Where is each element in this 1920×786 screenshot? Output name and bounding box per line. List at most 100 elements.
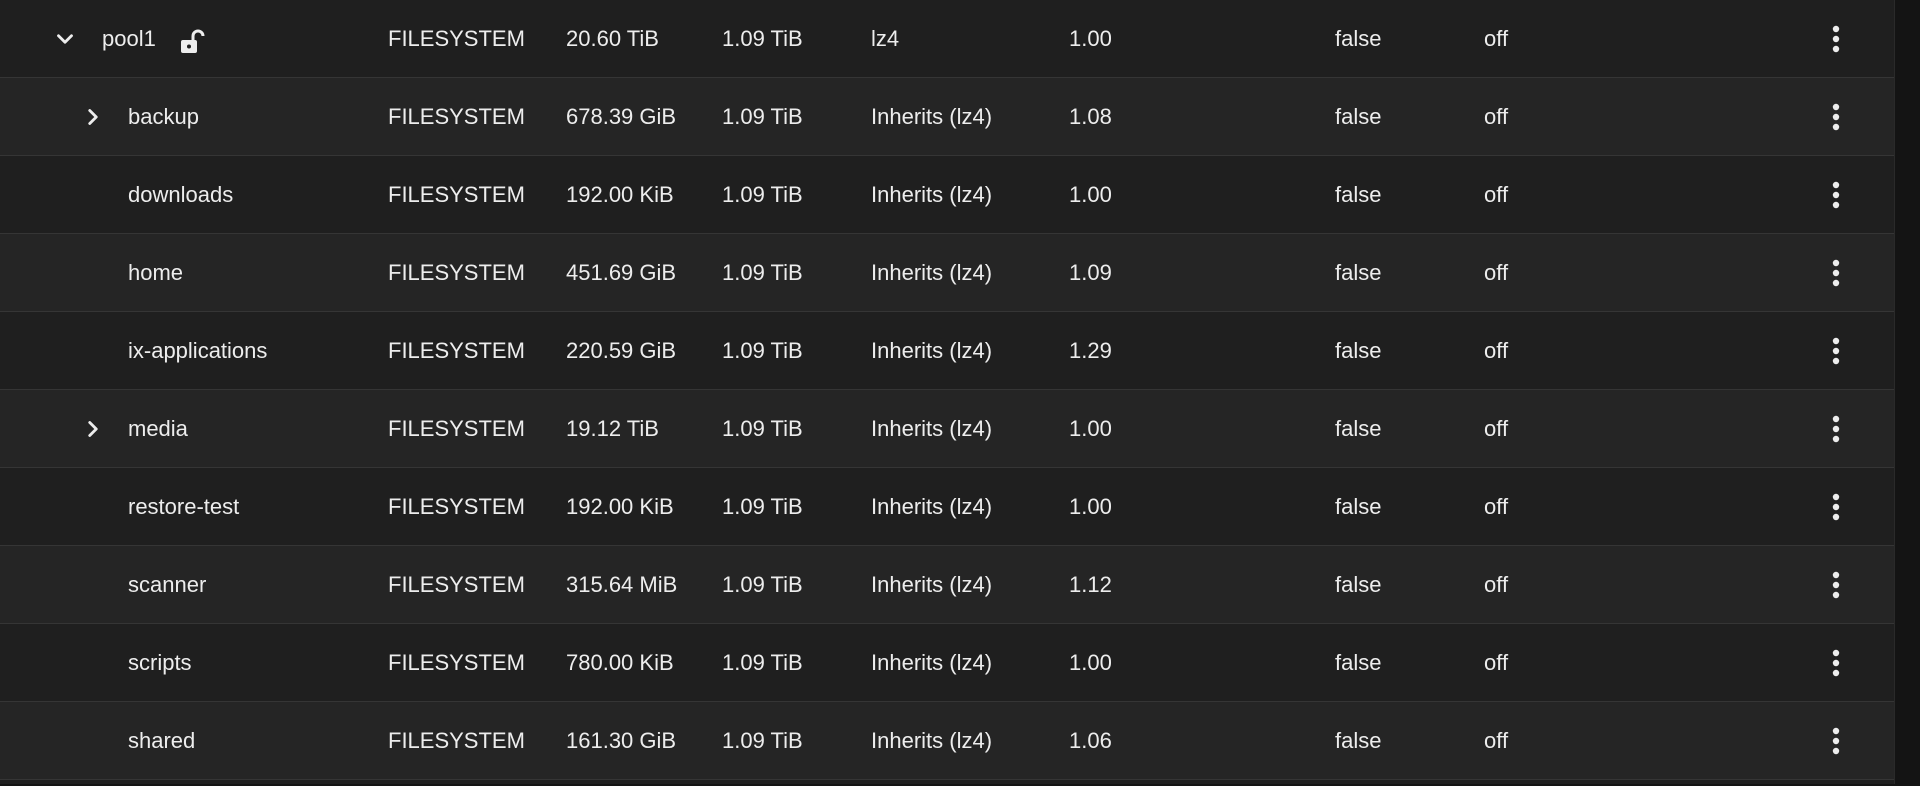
dataset-name: backup	[128, 104, 199, 129]
dataset-readonly: false	[1335, 182, 1382, 207]
dataset-used: 315.64 MiB	[566, 572, 678, 597]
dataset-used: 678.39 GiB	[566, 104, 677, 129]
dataset-compression-ratio: 1.06	[1069, 728, 1112, 753]
table-row[interactable]: home FILESYSTEM 451.69 GiB 1.09 TiB Inherits…	[0, 234, 1894, 312]
dataset-name: restore-test	[128, 494, 240, 519]
table-row[interactable]: backup FILESYSTEM 678.39 GiB 1.09 TiB Inheri…	[0, 78, 1894, 156]
dataset-type: FILESYSTEM	[388, 104, 525, 129]
dataset-used: 220.59 GiB	[566, 338, 677, 363]
dataset-used: 451.69 GiB	[566, 260, 677, 285]
dataset-name: home	[128, 260, 184, 285]
dataset-dedup: off	[1484, 650, 1509, 675]
more-options-icon[interactable]	[1822, 19, 1850, 59]
dataset-readonly: false	[1335, 494, 1382, 519]
dataset-compression: Inherits (lz4)	[871, 494, 993, 519]
dataset-name: scanner	[128, 572, 207, 597]
dataset-compression: Inherits (lz4)	[871, 260, 993, 285]
dataset-readonly: false	[1335, 416, 1382, 441]
dataset-compression: Inherits (lz4)	[871, 104, 993, 129]
table-row-root[interactable]: pool1 FILESYSTEM 20.60 TiB 1.09 TiB lz4 1.00 f…	[0, 0, 1894, 78]
dataset-compression: Inherits (lz4)	[871, 572, 993, 597]
dataset-type: FILESYSTEM	[388, 572, 525, 597]
more-options-icon[interactable]	[1822, 331, 1850, 371]
dataset-used: 192.00 KiB	[566, 182, 674, 207]
table-row[interactable]: scanner FILESYSTEM 315.64 MiB 1.09 TiB Inher…	[0, 546, 1894, 624]
dataset-compression: Inherits (lz4)	[871, 650, 993, 675]
dataset-dedup: off	[1484, 26, 1509, 51]
dataset-compression: Inherits (lz4)	[871, 416, 993, 441]
dataset-used: 780.00 KiB	[566, 650, 674, 675]
dataset-dedup: off	[1484, 338, 1509, 363]
dataset-type: FILESYSTEM	[388, 338, 525, 363]
dataset-compression-ratio: 1.29	[1069, 338, 1112, 363]
dataset-dedup: off	[1484, 260, 1509, 285]
table-row[interactable]: shared FILESYSTEM 161.30 GiB 1.09 TiB Inheri…	[0, 702, 1894, 780]
dataset-name: media	[128, 416, 188, 441]
dataset-type: FILESYSTEM	[388, 26, 525, 51]
more-options-icon[interactable]	[1822, 565, 1850, 605]
dataset-available: 1.09 TiB	[722, 338, 803, 363]
table-row[interactable]: media FILESYSTEM 19.12 TiB 1.09 TiB Inherits…	[0, 390, 1894, 468]
dataset-compression: Inherits (lz4)	[871, 338, 993, 363]
dataset-name: ix-applications	[128, 338, 268, 363]
chevron-right-icon[interactable]	[80, 78, 116, 155]
dataset-dedup: off	[1484, 728, 1509, 753]
dataset-available: 1.09 TiB	[722, 494, 803, 519]
dataset-dedup: off	[1484, 416, 1509, 441]
dataset-readonly: false	[1335, 104, 1382, 129]
table-row[interactable]: downloads FILESYSTEM 192.00 KiB 1.09 TiB Inh…	[0, 156, 1894, 234]
table-row[interactable]: scripts FILESYSTEM 780.00 KiB 1.09 TiB Inher…	[0, 624, 1894, 702]
dataset-compression-ratio: 1.00	[1069, 650, 1112, 675]
more-options-icon[interactable]	[1822, 643, 1850, 683]
dataset-name: shared	[128, 728, 196, 753]
chevron-right-icon[interactable]	[80, 390, 116, 467]
dataset-type: FILESYSTEM	[388, 182, 525, 207]
dataset-compression-ratio: 1.09	[1069, 260, 1112, 285]
dataset-name: scripts	[128, 650, 192, 675]
dataset-type: FILESYSTEM	[388, 416, 525, 441]
more-options-icon[interactable]	[1822, 175, 1850, 215]
dataset-compression-ratio: 1.12	[1069, 572, 1112, 597]
more-options-icon[interactable]	[1822, 487, 1850, 527]
table-row[interactable]: restore-test FILESYSTEM 192.00 KiB 1.09 TiB…	[0, 468, 1894, 546]
dataset-readonly: false	[1335, 650, 1382, 675]
chevron-down-icon[interactable]	[52, 0, 88, 77]
more-options-icon[interactable]	[1822, 409, 1850, 449]
dataset-readonly: false	[1335, 572, 1382, 597]
dataset-compression-ratio: 1.00	[1069, 26, 1112, 51]
dataset-name: pool1	[102, 26, 156, 51]
dataset-type: FILESYSTEM	[388, 650, 525, 675]
dataset-dedup: off	[1484, 182, 1509, 207]
dataset-available: 1.09 TiB	[722, 104, 803, 129]
dataset-type: FILESYSTEM	[388, 494, 525, 519]
dataset-compression-ratio: 1.00	[1069, 494, 1112, 519]
dataset-available: 1.09 TiB	[722, 650, 803, 675]
dataset-type: FILESYSTEM	[388, 260, 525, 285]
more-options-icon[interactable]	[1822, 97, 1850, 137]
dataset-readonly: false	[1335, 728, 1382, 753]
dataset-readonly: false	[1335, 260, 1382, 285]
dataset-used: 19.12 TiB	[566, 416, 659, 441]
dataset-used: 192.00 KiB	[566, 494, 674, 519]
dataset-readonly: false	[1335, 26, 1382, 51]
unlocked-icon	[178, 28, 206, 56]
dataset-available: 1.09 TiB	[722, 182, 803, 207]
more-options-icon[interactable]	[1822, 721, 1850, 761]
dataset-available: 1.09 TiB	[722, 260, 803, 285]
dataset-used: 161.30 GiB	[566, 728, 677, 753]
dataset-available: 1.09 TiB	[722, 416, 803, 441]
more-options-icon[interactable]	[1822, 253, 1850, 293]
dataset-used: 20.60 TiB	[566, 26, 659, 51]
dataset-compression-ratio: 1.08	[1069, 104, 1112, 129]
dataset-dedup: off	[1484, 104, 1509, 129]
dataset-type: FILESYSTEM	[388, 728, 525, 753]
dataset-compression-ratio: 1.00	[1069, 416, 1112, 441]
dataset-readonly: false	[1335, 338, 1382, 363]
dataset-compression: Inherits (lz4)	[871, 182, 993, 207]
dataset-available: 1.09 TiB	[722, 26, 803, 51]
dataset-table: pool1 FILESYSTEM 20.60 TiB 1.09 TiB lz4 1.00 f…	[0, 0, 1895, 784]
dataset-available: 1.09 TiB	[722, 728, 803, 753]
dataset-compression: Inherits (lz4)	[871, 728, 993, 753]
table-row[interactable]: ix-applications FILESYSTEM 220.59 GiB 1.09 …	[0, 312, 1894, 390]
dataset-dedup: off	[1484, 572, 1509, 597]
